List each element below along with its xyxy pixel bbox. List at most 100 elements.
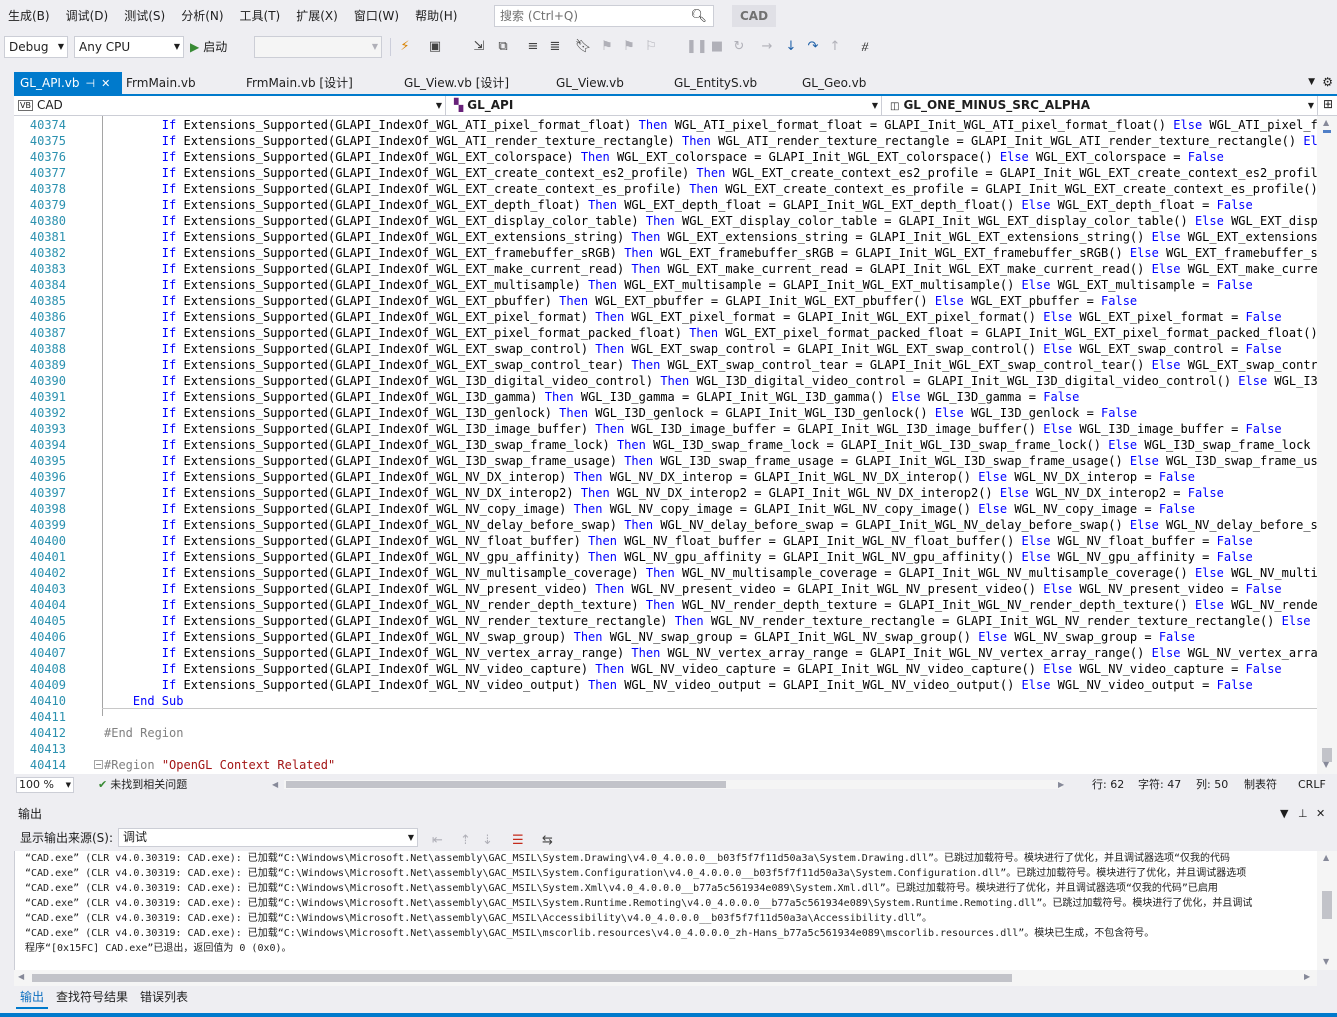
clear-bookmarks-icon[interactable]: ⚐ — [642, 38, 660, 56]
tabs-indicator[interactable]: 制表符 — [1244, 775, 1277, 795]
tab-frmmain-design[interactable]: FrmMain.vb [设计] — [240, 72, 359, 94]
keyword-if: If — [161, 646, 177, 660]
issues-indicator[interactable]: ✔ 未找到相关问题 — [98, 775, 187, 795]
keyword-then: Then — [559, 406, 589, 420]
pages-icon[interactable]: ⧉ — [494, 38, 512, 56]
code-text: If Extensions_Supported(GLAPI_IndexOf_WG… — [161, 182, 1317, 196]
step-into-icon[interactable]: ↓ — [782, 38, 800, 56]
tab-gl-view[interactable]: GL_View.vb — [550, 72, 630, 94]
output-horizontal-scrollbar[interactable]: ◀ ▶ — [14, 970, 1317, 986]
scroll-right-icon[interactable]: ▶ — [1058, 775, 1064, 795]
tab-gl-geo[interactable]: GL_Geo.vb — [796, 72, 872, 94]
tab-find-symbol-results[interactable]: 查找符号结果 — [52, 987, 132, 1007]
keyword-then: Then — [580, 150, 610, 164]
zoom-combo[interactable]: 100 % ▼ — [16, 777, 74, 793]
scroll-up-icon[interactable]: ▲ — [1323, 118, 1329, 127]
pause-icon[interactable]: ❚❚ — [686, 38, 708, 56]
previous-message-icon[interactable]: ⇡ — [460, 829, 471, 853]
uncomment-icon[interactable]: ≣ — [546, 38, 564, 56]
split-editor-icon[interactable]: ⊞ — [1323, 97, 1333, 111]
configuration-value: Debug — [9, 40, 49, 54]
menu-build[interactable]: 生成(B) — [0, 0, 58, 33]
col-indicator[interactable]: 列: 50 — [1196, 775, 1228, 795]
scroll-left-icon[interactable]: ◀ — [18, 972, 24, 981]
show-next-statement-icon[interactable]: → — [758, 38, 776, 56]
output-text-area[interactable]: “CAD.exe” (CLR v4.0.30319: CAD.exe): 已加载… — [14, 851, 1317, 970]
menu-help[interactable]: 帮助(H) — [407, 0, 465, 33]
hot-reload-icon[interactable]: ⚡ — [396, 38, 414, 56]
scroll-thumb[interactable] — [286, 781, 726, 788]
code-editor[interactable]: 40374 If Extensions_Supported(GLAPI_Inde… — [14, 116, 1317, 774]
comment-icon[interactable]: ≡ — [524, 38, 542, 56]
code-text: If Extensions_Supported(GLAPI_IndexOf_WG… — [104, 133, 1317, 149]
tab-output[interactable]: 输出 — [16, 987, 49, 1009]
hex-display-icon[interactable]: ⧣ — [856, 38, 874, 56]
keyword-else: Else — [1151, 646, 1181, 660]
step-icon[interactable]: ⇲ — [470, 38, 488, 56]
next-bookmark-icon[interactable]: ⚑ — [620, 38, 638, 56]
menu-debug[interactable]: 调试(D) — [58, 0, 117, 33]
restart-icon[interactable]: ↻ — [730, 38, 748, 56]
tab-gl-view-design[interactable]: GL_View.vb [设计] — [398, 72, 515, 94]
step-out-icon[interactable]: ↑ — [826, 38, 844, 56]
clear-all-icon[interactable]: ☰ — [512, 829, 524, 853]
close-icon[interactable]: ✕ — [1316, 803, 1325, 825]
keyword-else: Else — [1043, 422, 1073, 436]
project-combo[interactable]: VB CAD ▼ — [14, 96, 446, 115]
editor-vertical-scrollbar[interactable]: ▲ ▼ — [1317, 116, 1337, 774]
find-message-icon[interactable]: ⇤ — [432, 829, 443, 853]
class-combo[interactable]: ▚ GL_API ▼ — [450, 96, 882, 115]
scroll-thumb[interactable] — [1322, 891, 1332, 919]
menu-window[interactable]: 窗口(W) — [346, 0, 407, 33]
search-input[interactable]: 搜索 (Ctrl+Q) 🔍︎ — [494, 5, 714, 27]
scroll-down-icon[interactable]: ▼ — [1323, 957, 1329, 966]
keyword-else: Else — [1194, 214, 1224, 228]
code-text: End Sub — [104, 693, 184, 709]
scroll-down-icon[interactable]: ▼ — [1323, 760, 1329, 769]
bookmark-icon[interactable]: 🔖︎ — [574, 38, 592, 56]
tab-overflow-icon[interactable]: ▼ — [1308, 77, 1315, 87]
window-position-icon[interactable]: ▼ — [1280, 803, 1288, 825]
browser-icon[interactable]: ▣ — [426, 38, 444, 56]
scroll-up-icon[interactable]: ▲ — [1323, 853, 1329, 862]
tab-error-list[interactable]: 错误列表 — [136, 987, 192, 1007]
editor-horizontal-scrollbar[interactable] — [284, 780, 1062, 789]
scroll-thumb[interactable] — [32, 974, 1012, 982]
startup-target-combo[interactable]: ▼ — [254, 36, 382, 58]
char-indicator[interactable]: 字符: 47 — [1138, 775, 1181, 795]
menu-analyze[interactable]: 分析(N) — [173, 0, 231, 33]
menu-tools[interactable]: 工具(T) — [232, 0, 289, 33]
line-indicator[interactable]: 行: 62 — [1092, 775, 1124, 795]
output-source-combo[interactable]: 调试 ▼ — [118, 828, 418, 847]
word-wrap-icon[interactable]: ⇆ — [542, 829, 553, 853]
step-over-icon[interactable]: ↷ — [804, 38, 822, 56]
start-button[interactable]: ▶ 启动 — [190, 36, 227, 58]
tab-frmmain[interactable]: FrmMain.vb — [120, 72, 202, 94]
tab-gl-entitys[interactable]: GL_EntityS.vb — [668, 72, 763, 94]
code-line: 40386 If Extensions_Supported(GLAPI_Inde… — [14, 309, 1317, 325]
member-combo[interactable]: ◫ GL_ONE_MINUS_SRC_ALPHA ▼ — [886, 96, 1318, 115]
fold-toggle-icon[interactable]: − — [94, 760, 103, 769]
keyword-then: Then — [573, 502, 603, 516]
scroll-left-icon[interactable]: ◀ — [272, 775, 278, 795]
close-icon[interactable]: ✕ — [101, 77, 110, 90]
next-message-icon[interactable]: ⇣ — [482, 829, 493, 853]
menu-extensions[interactable]: 扩展(X) — [288, 0, 346, 33]
eol-indicator[interactable]: CRLF — [1298, 775, 1326, 795]
stop-icon[interactable]: ■ — [708, 38, 726, 56]
scroll-right-icon[interactable]: ▶ — [1304, 972, 1310, 981]
configuration-combo[interactable]: Debug ▼ — [4, 36, 68, 58]
tab-gl-api[interactable]: GL_API.vb ⊣ ✕ — [14, 72, 122, 94]
platform-combo[interactable]: Any CPU ▼ — [74, 36, 184, 58]
pin-icon[interactable]: ⊥ — [1298, 803, 1308, 825]
menu-test[interactable]: 测试(S) — [116, 0, 173, 33]
keyword-then: Then — [681, 134, 711, 148]
output-vertical-scrollbar[interactable]: ▲ ▼ — [1317, 851, 1337, 970]
code-text: If Extensions_Supported(GLAPI_IndexOf_WG… — [161, 534, 1253, 548]
chevron-down-icon: ▼ — [57, 42, 64, 51]
keyword-false: False — [1245, 342, 1282, 356]
code-text: If Extensions_Supported(GLAPI_IndexOf_WG… — [161, 262, 1317, 276]
prev-bookmark-icon[interactable]: ⚑ — [598, 38, 616, 56]
gear-icon[interactable]: ⚙ — [1322, 75, 1333, 89]
pin-icon[interactable]: ⊣ — [86, 77, 96, 90]
